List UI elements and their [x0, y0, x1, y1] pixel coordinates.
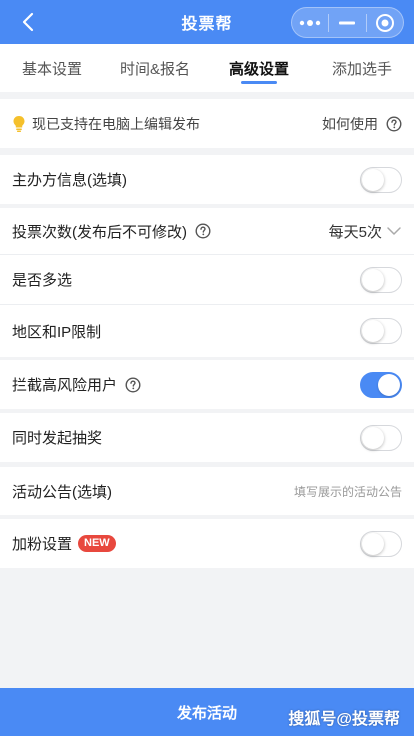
- toggle-knob: [362, 268, 384, 291]
- fans-setting-row: 加粉设置 NEW: [0, 519, 414, 568]
- announcement-label: 活动公告(选填): [12, 483, 112, 501]
- minimize-button[interactable]: [329, 8, 365, 37]
- tab-basic[interactable]: 基本设置: [20, 44, 84, 92]
- block-risk-users-toggle[interactable]: [360, 371, 402, 398]
- vote-count-label: 投票次数(发布后不可修改): [12, 223, 187, 241]
- toggle-knob: [362, 532, 384, 555]
- block-risk-users-label-group: 拦截高风险用户: [12, 374, 141, 395]
- lightbulb-icon: [13, 115, 25, 132]
- help-circle-icon[interactable]: [125, 376, 141, 393]
- lottery-toggle[interactable]: [360, 424, 402, 451]
- organizer-info-toggle[interactable]: [360, 166, 402, 193]
- how-to-use-link[interactable]: 如何使用: [322, 114, 402, 134]
- help-circle-icon: [386, 115, 402, 132]
- fans-setting-label: 加粉设置: [12, 536, 73, 553]
- page-title: 投票帮: [181, 16, 233, 33]
- region-ip-label: 地区和IP限制: [12, 323, 102, 341]
- watermark-text: 搜狐号@投票帮: [288, 711, 400, 728]
- tab-time-signup[interactable]: 时间&报名: [119, 44, 191, 92]
- fans-setting-label-group: 加粉设置 NEW: [12, 533, 116, 554]
- minimize-icon: [339, 21, 356, 24]
- how-to-use-label: 如何使用: [322, 115, 378, 132]
- publish-button[interactable]: 发布活动: [177, 702, 237, 723]
- region-ip-row: 地区和IP限制: [0, 305, 414, 357]
- block-risk-users-label: 拦截高风险用户: [12, 377, 118, 394]
- notice-text: 现已支持在电脑上编辑发布: [32, 115, 200, 132]
- lottery-label: 同时发起抽奖: [12, 430, 103, 447]
- lottery-row: 同时发起抽奖: [0, 413, 414, 462]
- region-ip-toggle[interactable]: [360, 318, 402, 344]
- new-badge: NEW: [78, 535, 116, 552]
- notice-bar: 现已支持在电脑上编辑发布 如何使用: [0, 99, 414, 148]
- toggle-knob: [378, 373, 400, 396]
- block-risk-users-row: 拦截高风险用户: [0, 360, 414, 409]
- chevron-down-icon: [387, 227, 401, 235]
- back-button[interactable]: [14, 8, 42, 36]
- close-target-icon: [375, 13, 394, 32]
- mini-program-capsule: [291, 7, 404, 38]
- multi-select-row: 是否多选: [0, 255, 414, 304]
- more-button[interactable]: [292, 8, 328, 37]
- multi-select-toggle[interactable]: [360, 266, 402, 293]
- more-dots-icon: [299, 19, 321, 26]
- tab-advanced[interactable]: 高级设置: [227, 44, 291, 92]
- vote-count-label-group: 投票次数(发布后不可修改): [12, 221, 211, 242]
- toggle-knob: [362, 426, 384, 449]
- toggle-knob: [362, 168, 384, 191]
- close-button[interactable]: [367, 8, 403, 37]
- active-tab-indicator: [241, 81, 277, 84]
- vote-count-row[interactable]: 投票次数(发布后不可修改) 每天5次: [0, 208, 414, 254]
- announcement-row[interactable]: 活动公告(选填) 填写展示的活动公告: [0, 467, 414, 515]
- tab-bar: 基本设置 时间&报名 高级设置 添加选手: [0, 44, 414, 92]
- announcement-input[interactable]: 填写展示的活动公告: [294, 483, 402, 500]
- fans-setting-toggle[interactable]: [360, 530, 402, 557]
- publish-bar[interactable]: 发布活动 搜狐号@投票帮: [0, 688, 414, 736]
- vote-count-select[interactable]: 每天5次: [329, 221, 402, 242]
- chevron-left-icon: [22, 12, 34, 32]
- toggle-knob: [362, 320, 384, 342]
- vote-count-value: 每天5次: [328, 223, 382, 241]
- tab-add-contestant[interactable]: 添加选手: [330, 44, 394, 92]
- help-circle-icon[interactable]: [195, 223, 211, 239]
- organizer-info-label: 主办方信息(选填): [12, 172, 127, 189]
- multi-select-label: 是否多选: [12, 272, 73, 289]
- title-bar: 投票帮: [0, 0, 414, 44]
- organizer-info-row: 主办方信息(选填): [0, 155, 414, 204]
